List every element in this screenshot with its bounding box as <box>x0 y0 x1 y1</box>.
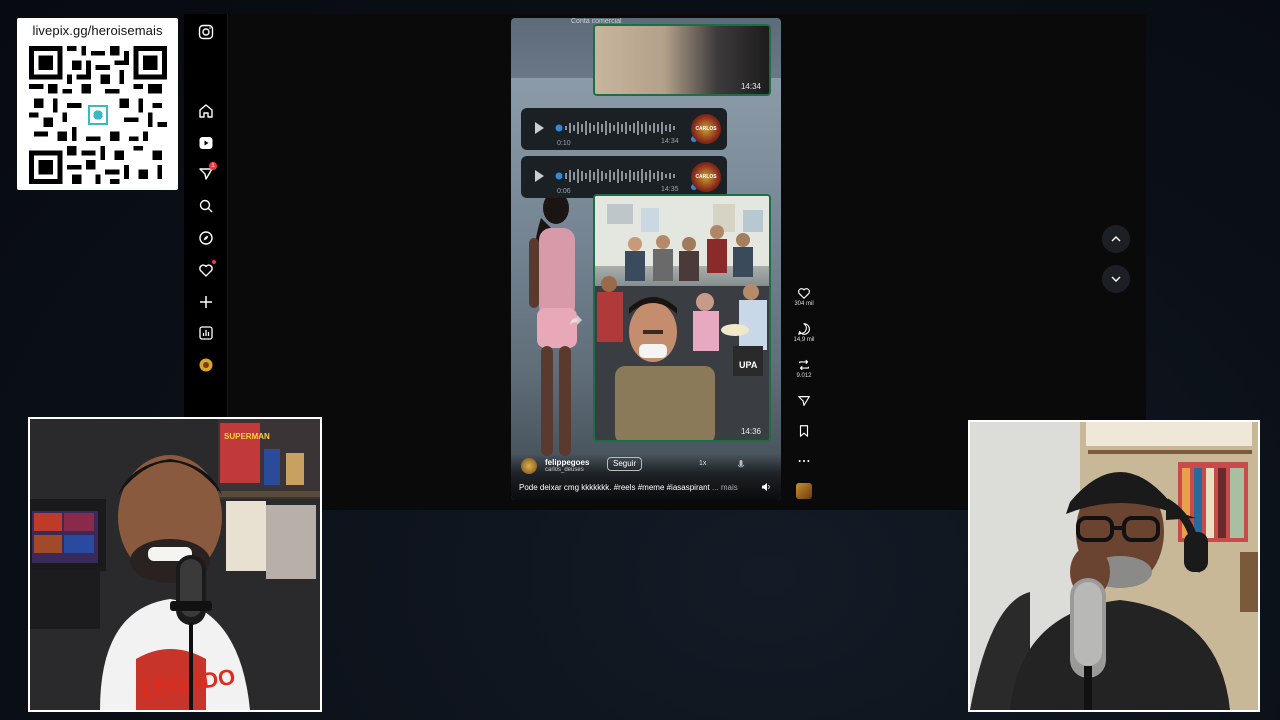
audio-time: 14:34 <box>661 138 679 145</box>
qr-url: livepix.gg/heroisemais <box>32 23 163 38</box>
explore-icon[interactable] <box>196 228 216 248</box>
comment-action[interactable]: 14,9 mil <box>790 322 818 343</box>
photo-bubble: UPA 14:36 <box>593 194 771 442</box>
audio-duration: 0:10 <box>557 140 571 147</box>
share-action[interactable] <box>790 394 818 408</box>
forward-icon[interactable] <box>569 314 583 326</box>
playback-speed[interactable]: 1x <box>699 460 706 467</box>
caption-more-link[interactable]: ... mais <box>712 483 738 492</box>
play-icon[interactable] <box>535 170 544 182</box>
author-name[interactable]: felippegoes <box>545 458 589 467</box>
waveform-icon <box>555 121 675 135</box>
reposts-count: 9.012 <box>796 373 812 379</box>
girl-figure <box>529 192 577 456</box>
volume-icon[interactable] <box>761 482 771 492</box>
more-action[interactable] <box>790 454 818 468</box>
likes-count: 304 mil <box>794 301 814 307</box>
create-icon[interactable] <box>196 292 216 312</box>
dashboard-icon[interactable] <box>196 323 216 343</box>
audio-message-2[interactable]: 0:06 14:35 CARLOS <box>521 156 727 198</box>
qr-card: livepix.gg/heroisemais <box>17 18 178 190</box>
audio-time: 14:35 <box>661 186 679 193</box>
messages-badge: 1 <box>209 162 217 170</box>
like-action[interactable]: 304 mil <box>790 286 818 307</box>
messages-icon[interactable]: 1 <box>196 162 217 184</box>
host-right-video <box>970 422 1258 710</box>
notifications-icon[interactable] <box>196 260 216 280</box>
reel-caption: Pode deixar cmg kkkkkkk. #reels #meme #i… <box>519 483 738 492</box>
reel-footer: felippegoes carlos_deuses Seguir 1x Pode… <box>511 454 781 500</box>
home-icon[interactable] <box>196 101 216 121</box>
webcam-right <box>968 420 1260 712</box>
comment-icon[interactable] <box>797 322 811 336</box>
reel-video[interactable]: Conta comercial 14:34 0:10 14:34 CARLOS … <box>511 18 781 500</box>
play-icon[interactable] <box>535 122 544 134</box>
author-subtitle: carlos_deuses <box>545 467 584 473</box>
author-avatar[interactable] <box>521 458 537 474</box>
top-photo-bubble: 14:34 <box>593 24 771 96</box>
svg-text:UPA: UPA <box>739 360 758 370</box>
notifications-dot <box>212 260 216 264</box>
audio-message-1[interactable]: 0:10 14:34 CARLOS <box>521 108 727 150</box>
audio-thumbnail[interactable] <box>796 483 812 499</box>
more-icon[interactable] <box>797 454 811 468</box>
svg-text:SUPERMAN: SUPERMAN <box>224 432 270 441</box>
next-reel-button[interactable] <box>1102 265 1130 293</box>
top-photo-time: 14:34 <box>740 82 761 91</box>
sender-avatar: CARLOS <box>691 114 721 144</box>
search-icon[interactable] <box>196 196 216 216</box>
audio-duration: 0:06 <box>557 188 571 195</box>
host-left-video: SUPERMAN LEGADO <box>30 419 320 710</box>
mic-icon <box>737 460 745 468</box>
follow-button[interactable]: Seguir <box>607 457 643 471</box>
heart-icon[interactable] <box>797 286 811 300</box>
share-icon[interactable] <box>797 394 811 408</box>
repost-action[interactable]: 9.012 <box>790 358 818 379</box>
instagram-icon[interactable] <box>196 22 216 42</box>
reels-icon[interactable] <box>196 133 216 153</box>
waiting-room-photo: UPA <box>595 196 769 440</box>
sender-avatar: CARLOS <box>691 162 721 192</box>
waveform-icon <box>555 169 675 183</box>
profile-icon[interactable] <box>196 355 216 375</box>
qr-code <box>28 46 167 184</box>
repost-icon[interactable] <box>797 358 811 372</box>
caption-text: Pode deixar cmg kkkkkkk. #reels #meme #i… <box>519 483 710 492</box>
webcam-left: SUPERMAN LEGADO <box>28 417 322 712</box>
save-action[interactable] <box>790 424 818 438</box>
previous-reel-button[interactable] <box>1102 225 1130 253</box>
chevron-up-icon <box>1111 236 1121 242</box>
comments-count: 14,9 mil <box>793 337 815 343</box>
bookmark-icon[interactable] <box>797 424 811 438</box>
photo-time: 14:36 <box>740 427 761 436</box>
chevron-down-icon <box>1111 276 1121 282</box>
